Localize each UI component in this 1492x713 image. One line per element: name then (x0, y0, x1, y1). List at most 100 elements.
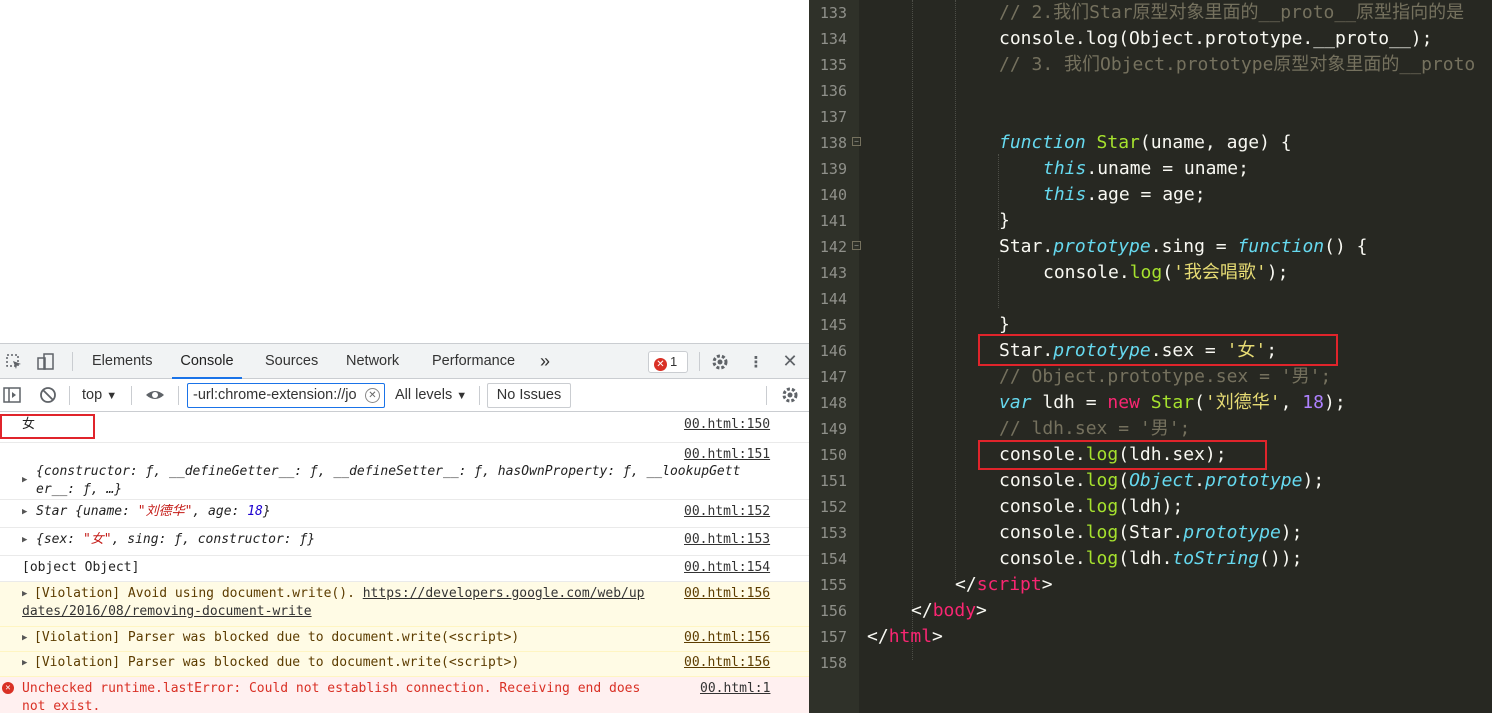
code-line-157: </html> (867, 626, 943, 647)
browser-window: Elements Console Sources Network Perform… (0, 0, 809, 713)
console-warning-row: ▶ [Violation] Parser was blocked due to … (0, 652, 809, 677)
clear-console-icon[interactable] (38, 385, 58, 405)
source-link[interactable]: 00.html:151 (684, 446, 770, 464)
sidebar-toggle-icon[interactable] (2, 385, 22, 405)
expand-arrow-icon[interactable]: ▶ (22, 475, 27, 485)
docs-link-continued[interactable]: dates/2016/08/removing-document-write (22, 603, 312, 621)
divider (69, 386, 70, 405)
log-message: Star {uname: "刘德华", age: 18} (36, 504, 271, 519)
tab-performance[interactable]: Performance (432, 344, 515, 379)
line-number: 151 (819, 472, 847, 490)
tab-elements[interactable]: Elements (92, 344, 152, 379)
dropdown-arrow-icon: ▼ (106, 390, 118, 402)
source-link[interactable]: 00.html:150 (684, 416, 770, 434)
code-line-147: // Object.prototype.sex = '男'; (999, 366, 1332, 387)
line-number: 133 (819, 4, 847, 22)
code-line-154: console.log(ldh.toString()); (999, 548, 1303, 569)
code-line-135: // 3. 我们Object.prototype原型对象里面的__proto (999, 54, 1476, 75)
line-number: 141 (819, 212, 847, 230)
log-message: 女 (22, 417, 36, 432)
warning-message: [Violation] Parser was blocked due to do… (34, 655, 520, 670)
console-settings-gear-icon[interactable] (780, 385, 800, 405)
error-message: Unchecked runtime.lastError: Could not e… (22, 681, 641, 696)
devtools-panel: Elements Console Sources Network Perform… (0, 343, 809, 713)
line-number: 135 (819, 56, 847, 74)
highlight-box (0, 414, 95, 439)
code-line-153: console.log(Star.prototype); (999, 522, 1303, 543)
fold-toggle-icon[interactable]: − (852, 137, 861, 146)
divider (72, 352, 73, 371)
source-link[interactable]: 00.html:156 (684, 629, 770, 647)
line-number: 144 (819, 290, 847, 308)
warning-message: [Violation] Parser was blocked due to do… (34, 630, 520, 645)
source-link[interactable]: 00.html:152 (684, 503, 770, 521)
log-message-continued: er__: ƒ, …} (36, 482, 123, 497)
more-tabs-button[interactable]: » (540, 344, 550, 379)
line-number: 138 (819, 134, 847, 152)
devtools-tab-bar: Elements Console Sources Network Perform… (0, 344, 809, 379)
tab-network[interactable]: Network (346, 344, 399, 379)
line-number: 137 (819, 108, 847, 126)
line-number: 154 (819, 550, 847, 568)
expand-arrow-icon[interactable]: ▶ (22, 535, 27, 545)
docs-link[interactable]: https://developers.google.com/web/up (363, 586, 645, 601)
device-toolbar-icon[interactable] (36, 352, 56, 372)
code-line-133: // 2.我们Star原型对象里面的__proto__原型指向的是 (999, 2, 1465, 23)
kebab-menu-icon[interactable]: ⋮ (746, 352, 766, 372)
line-number: 143 (819, 264, 847, 282)
console-toolbar: top ▼ -url:chrome-extension://jo ✕ All l… (0, 379, 809, 412)
code-line-149: // ldh.sex = '男'; (999, 418, 1191, 439)
source-link[interactable]: 00.html:156 (684, 585, 770, 603)
line-number: 152 (819, 498, 847, 516)
line-number: 140 (819, 186, 847, 204)
line-number: 139 (819, 160, 847, 178)
divider (131, 386, 132, 405)
expand-arrow-icon[interactable]: ▶ (22, 507, 27, 517)
context-selector[interactable]: top ▼ (82, 379, 117, 412)
error-icon: ✕ (2, 682, 14, 694)
fold-toggle-icon[interactable]: − (852, 241, 861, 250)
line-number: 148 (819, 394, 847, 412)
code-line-143: console.log('我会唱歌'); (1043, 262, 1289, 283)
divider (699, 352, 700, 371)
code-line-152: console.log(ldh); (999, 496, 1184, 517)
inspect-element-icon[interactable] (4, 352, 24, 372)
source-link[interactable]: 00.html:1 (700, 680, 770, 698)
expand-arrow-icon[interactable]: ▶ (22, 658, 27, 668)
line-number: 136 (819, 82, 847, 100)
settings-gear-icon[interactable] (710, 352, 730, 372)
source-link[interactable]: 00.html:154 (684, 559, 770, 577)
divider (766, 386, 767, 405)
line-number: 149 (819, 420, 847, 438)
console-row: ▶ Star {uname: "刘德华", age: 18} 00.html:1… (0, 500, 809, 528)
console-output: 女 00.html:150 00.html:151 ▶ {constructor… (0, 413, 809, 713)
expand-arrow-icon[interactable]: ▶ (22, 589, 27, 599)
close-devtools-icon[interactable]: ✕ (780, 352, 800, 372)
line-number: 155 (819, 576, 847, 594)
log-message: [object Object] (22, 560, 140, 575)
line-number: 142 (819, 238, 847, 256)
log-levels-dropdown[interactable]: All levels ▼ (395, 379, 467, 412)
issues-button[interactable]: No Issues (487, 383, 571, 408)
line-number: 153 (819, 524, 847, 542)
dropdown-arrow-icon: ▼ (456, 390, 468, 402)
source-link[interactable]: 00.html:156 (684, 654, 770, 672)
warning-message: [Violation] Avoid using document.write()… (34, 586, 645, 601)
indent-guide (998, 258, 999, 308)
code-editor[interactable]: 133 134 135 136 137 138 139 140 141 142 143 144 145 1… (809, 0, 1492, 713)
error-count-badge[interactable]: ✕ 1 (648, 351, 688, 373)
page-viewport[interactable] (0, 0, 809, 343)
console-warning-row: ▶ [Violation] Avoid using document.write… (0, 582, 809, 627)
source-link[interactable]: 00.html:153 (684, 531, 770, 549)
code-line-138: function Star(uname, age) { (999, 132, 1292, 153)
log-message: {sex: "女", sing: ƒ, constructor: ƒ} (36, 532, 316, 547)
tab-console[interactable]: Console (172, 344, 242, 379)
console-filter-input[interactable]: -url:chrome-extension://jo ✕ (187, 383, 385, 408)
expand-arrow-icon[interactable]: ▶ (22, 633, 27, 643)
tab-sources[interactable]: Sources (265, 344, 318, 379)
live-expression-eye-icon[interactable] (144, 385, 164, 405)
line-number: 147 (819, 368, 847, 386)
divider (178, 386, 179, 405)
highlight-box (978, 440, 1267, 470)
clear-filter-icon[interactable]: ✕ (365, 388, 380, 403)
